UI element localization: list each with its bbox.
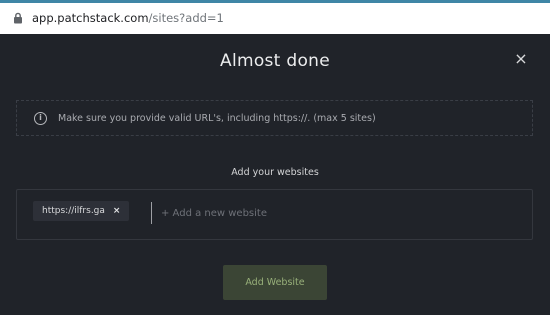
- url-path: /sites?add=1: [148, 11, 224, 25]
- new-website-input[interactable]: [151, 202, 463, 224]
- info-icon: i: [34, 111, 47, 125]
- modal-title: Almost done: [220, 51, 330, 71]
- url-domain: app.patchstack.com: [32, 11, 149, 25]
- add-website-button[interactable]: Add Website: [223, 265, 327, 300]
- website-tag-label: https://ilfrs.ga: [42, 206, 105, 216]
- notice-box: i Make sure you provide valid URL's, inc…: [16, 100, 533, 136]
- section-label: Add your websites: [231, 167, 319, 178]
- browser-address-bar: app.patchstack.com/sites?add=1: [0, 0, 550, 34]
- notice-text: Make sure you provide valid URL's, inclu…: [58, 112, 376, 124]
- website-tag: https://ilfrs.ga ×: [33, 201, 130, 221]
- add-sites-modal: Almost done × i Make sure you provide va…: [0, 34, 550, 315]
- remove-tag-icon[interactable]: ×: [113, 206, 121, 216]
- websites-field: https://ilfrs.ga ×: [16, 189, 533, 240]
- close-icon[interactable]: ×: [514, 51, 528, 67]
- url-field[interactable]: app.patchstack.com/sites?add=1: [12, 11, 224, 25]
- lock-icon: [12, 12, 24, 24]
